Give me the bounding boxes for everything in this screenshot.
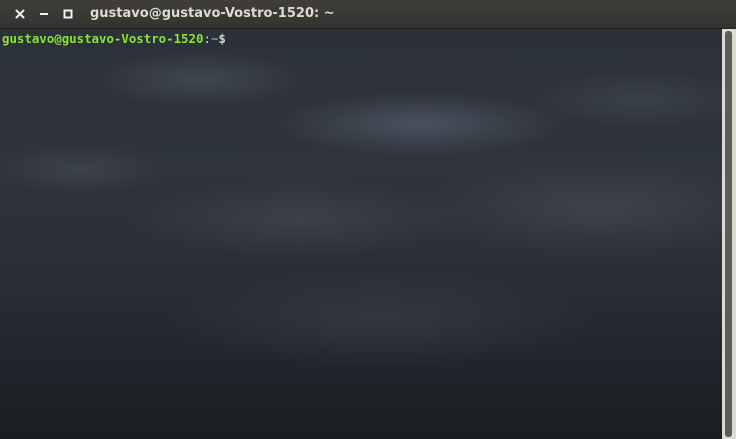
text-cursor <box>226 31 234 46</box>
window-title: gustavo@gustavo-Vostro-1520: ~ <box>90 6 335 21</box>
prompt-user: gustavo <box>2 31 55 46</box>
minimize-icon[interactable] <box>37 7 51 21</box>
terminal-window: gustavo@gustavo-Vostro-1520: ~ gustavo@g… <box>0 0 736 439</box>
close-icon[interactable] <box>13 7 27 21</box>
maximize-icon[interactable] <box>61 7 75 21</box>
prompt-host: gustavo-Vostro-1520 <box>61 31 204 46</box>
terminal-area[interactable]: gustavo@gustavo-Vostro-1520:~$ <box>0 29 736 439</box>
prompt-symbol: $ <box>218 31 226 46</box>
prompt-at: @ <box>54 31 62 46</box>
prompt-line: gustavo@gustavo-Vostro-1520:~$ <box>2 31 234 46</box>
vertical-scrollbar[interactable] <box>722 29 736 439</box>
scrollbar-thumb[interactable] <box>725 31 732 437</box>
prompt-colon: : <box>203 31 211 46</box>
title-bar[interactable]: gustavo@gustavo-Vostro-1520: ~ <box>0 0 736 29</box>
